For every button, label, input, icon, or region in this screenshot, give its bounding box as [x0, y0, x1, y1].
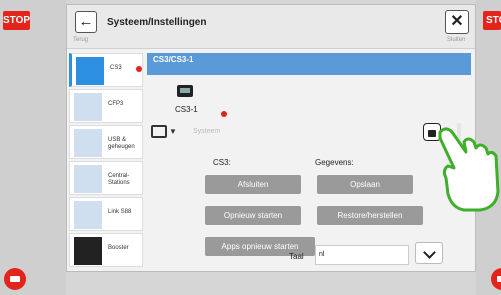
- back-label: Terug: [73, 37, 89, 43]
- central-station-icon: [74, 165, 102, 193]
- device-sidebar: CS3 CFP3 USB & geheugen Central-Stations…: [67, 53, 143, 273]
- locomotive-icon-left[interactable]: [4, 268, 26, 290]
- usb-device-icon: [74, 129, 102, 157]
- sidebar-item-cfp3[interactable]: CFP3: [69, 89, 143, 123]
- sidebar-item-label: USB & geheugen: [108, 137, 135, 150]
- sidebar-item-label: Booster: [108, 245, 129, 251]
- monitor-icon[interactable]: [151, 125, 167, 138]
- pointing-hand-icon: [438, 127, 500, 212]
- booster-icon: [74, 237, 102, 265]
- system-label: Systeem: [193, 128, 221, 135]
- stop-button-left[interactable]: STOP: [3, 11, 30, 30]
- device-header: CS3/CS3-1: [147, 53, 471, 75]
- sidebar-item-links88[interactable]: Link S88: [69, 197, 143, 231]
- links88-icon: [74, 201, 102, 229]
- cs3-section-label: CS3:: [213, 158, 231, 167]
- device-name: CS3-1: [175, 105, 198, 114]
- back-button[interactable]: ←: [75, 11, 97, 33]
- restart-button[interactable]: Opnieuw starten: [205, 206, 301, 225]
- close-button[interactable]: ✕: [445, 10, 469, 34]
- cs3-device-icon: [76, 57, 104, 85]
- main-panel: CS3/CS3-1 CS3-1 ▼ Systeem CS3: Gegevens:…: [147, 53, 473, 273]
- titlebar: ← Terug Systeem/Instellingen ✕ Sluiten: [67, 5, 475, 49]
- cfp3-device-icon: [74, 93, 102, 121]
- cs3-icon: [177, 85, 193, 97]
- sidebar-item-label: Link S88: [108, 209, 132, 215]
- close-label: Sluiten: [447, 37, 466, 43]
- sidebar-item-label: CS3: [110, 65, 122, 71]
- window-title: Systeem/Instellingen: [107, 17, 207, 28]
- save-button[interactable]: Opslaan: [317, 175, 413, 194]
- sidebar-item-cs3[interactable]: CS3: [69, 53, 143, 87]
- language-select[interactable]: nl: [315, 245, 409, 265]
- shutdown-button[interactable]: Afsluiten: [205, 175, 301, 194]
- sidebar-item-label: Central-Stations: [108, 173, 130, 186]
- sidebar-item-usb[interactable]: USB & geheugen: [69, 125, 143, 159]
- data-section-label: Gegevens:: [315, 158, 354, 167]
- sidebar-item-label: CFP3: [108, 101, 124, 107]
- language-label: Taal: [289, 252, 304, 261]
- chevron-down-icon[interactable]: [415, 242, 443, 264]
- sidebar-item-central-stations[interactable]: Central-Stations: [69, 161, 143, 195]
- settings-window: ← Terug Systeem/Instellingen ✕ Sluiten C…: [66, 4, 476, 272]
- status-dot: [136, 66, 142, 72]
- status-dot: [221, 111, 227, 117]
- left-frame: [0, 0, 66, 295]
- caret-down-icon[interactable]: ▼: [169, 127, 177, 136]
- sidebar-item-booster[interactable]: Booster: [69, 233, 143, 267]
- restore-button[interactable]: Restore/herstellen: [317, 206, 423, 225]
- stop-button-right[interactable]: STOP: [483, 11, 501, 30]
